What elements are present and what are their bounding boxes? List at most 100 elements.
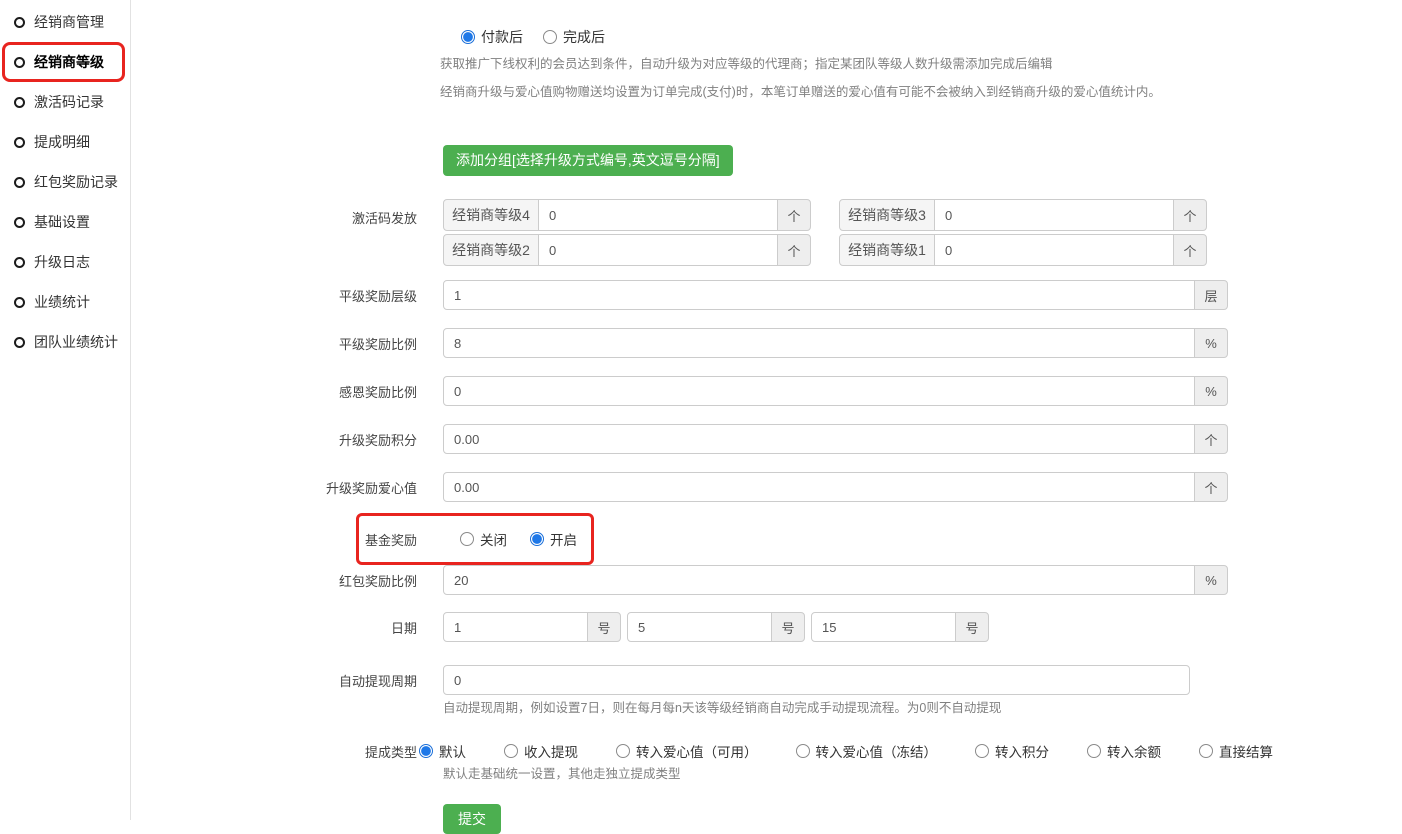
field-label: 日期 [131,618,417,637]
radio-icon [504,744,518,758]
sidebar-item-team-performance-stats[interactable]: 团队业绩统计 [0,322,130,362]
auto-withdraw-hint: 自动提现周期，例如设置7日，则在每月每n天该等级经销商自动完成手动提现流程。为0… [443,701,1402,715]
circle-icon [14,297,25,308]
unit-addon: 个 [1173,234,1207,266]
radio-label: 关闭 [480,529,507,549]
radio-commission-love-frozen[interactable]: 转入爱心值（冻结） [796,741,938,761]
unit-addon: 号 [955,612,989,642]
peer-reward-ratio-row: 平级奖励比例 % [131,328,1402,358]
main-form: 付款后 完成后 获取推广下线权利的会员达到条件，自动升级为对应等级的代理商；指定… [131,0,1402,820]
radio-commission-points[interactable]: 转入积分 [975,741,1049,761]
radio-label: 转入余额 [1107,741,1161,761]
sidebar-item-label: 经销商管理 [34,12,104,32]
circle-icon [14,217,25,228]
page: 经销商管理 经销商等级 激活码记录 提成明细 红包奖励记录 基础设置 升级日志 [0,0,1402,820]
radio-icon [460,532,474,546]
upgrade-reward-points-row: 升级奖励积分 个 [131,424,1402,454]
gratitude-reward-ratio-input[interactable] [443,376,1195,406]
circle-icon [14,137,25,148]
field-label: 感恩奖励比例 [131,382,417,401]
sidebar-item-commission-details[interactable]: 提成明细 [0,122,130,162]
sidebar-item-redpacket-records[interactable]: 红包奖励记录 [0,162,130,202]
field-label: 升级奖励积分 [131,430,417,449]
field-label: 自动提现周期 [131,671,417,690]
auto-withdraw-input[interactable] [443,665,1190,695]
activation-group-level2: 经销商等级2 个 [443,234,811,266]
activation-level2-input[interactable] [538,234,778,266]
circle-icon [14,97,25,108]
field-label: 基金奖励 [131,530,417,549]
radio-label: 完成后 [563,27,605,47]
radio-commission-default[interactable]: 默认 [419,741,466,761]
radio-label: 转入爱心值（冻结） [816,741,938,761]
activation-group-level4: 经销商等级4 个 [443,199,811,231]
activation-level3-input[interactable] [934,199,1174,231]
upgrade-reward-love-input[interactable] [443,472,1195,502]
group-label: 经销商等级2 [443,234,539,266]
activation-group-level3: 经销商等级3 个 [839,199,1207,231]
radio-after-payment[interactable]: 付款后 [461,27,523,47]
radio-label: 付款后 [481,27,523,47]
unit-addon: 个 [1173,199,1207,231]
radio-commission-love-available[interactable]: 转入爱心值（可用） [616,741,758,761]
sidebar-item-dealer-level[interactable]: 经销商等级 [0,42,130,82]
group-label: 经销商等级4 [443,199,539,231]
commission-type-hint: 默认走基础统一设置，其他走独立提成类型 [443,767,1402,781]
circle-icon [14,177,25,188]
radio-label: 默认 [439,741,466,761]
sidebar: 经销商管理 经销商等级 激活码记录 提成明细 红包奖励记录 基础设置 升级日志 [0,0,131,820]
radio-commission-withdraw[interactable]: 收入提现 [504,741,578,761]
unit-addon: 个 [777,199,811,231]
date-3-input[interactable] [811,612,956,642]
add-group-button[interactable]: 添加分组[选择升级方式编号,英文逗号分隔] [443,145,733,176]
radio-fund-on[interactable]: 开启 [530,529,577,549]
radio-icon [1087,744,1101,758]
circle-icon [14,57,25,68]
sidebar-item-activation-code-records[interactable]: 激活码记录 [0,82,130,122]
field-label: 红包奖励比例 [131,571,417,590]
upgrade-reward-points-input[interactable] [443,424,1195,454]
sidebar-item-performance-stats[interactable]: 业绩统计 [0,282,130,322]
sidebar-item-label: 激活码记录 [34,92,104,112]
activation-codes-row: 激活码发放 经销商等级4 个 经销商等级3 个 经销商等级2 [131,199,1402,266]
field-label: 激活码发放 [131,199,417,227]
date-1-input[interactable] [443,612,588,642]
radio-commission-direct[interactable]: 直接结算 [1199,741,1273,761]
sidebar-item-upgrade-log[interactable]: 升级日志 [0,242,130,282]
activation-level1-input[interactable] [934,234,1174,266]
peer-reward-level-input[interactable] [443,280,1195,310]
commission-type-row: 提成类型 默认 收入提现 转入爱心值（可用） 转入爱心值（冻结） [131,741,1402,761]
peer-reward-ratio-input[interactable] [443,328,1195,358]
circle-icon [14,257,25,268]
gratitude-reward-ratio-row: 感恩奖励比例 % [131,376,1402,406]
circle-icon [14,17,25,28]
field-label: 平级奖励层级 [131,286,417,305]
radio-icon [530,532,544,546]
sidebar-item-basic-settings[interactable]: 基础设置 [0,202,130,242]
circle-icon [14,337,25,348]
unit-addon: 个 [1194,472,1228,502]
sidebar-item-label: 经销商等级 [34,52,104,72]
radio-icon [543,30,557,44]
sidebar-item-dealer-management[interactable]: 经销商管理 [0,2,130,42]
field-label: 平级奖励比例 [131,334,417,353]
date-group-3: 号 [811,612,989,642]
radio-commission-balance[interactable]: 转入余额 [1087,741,1161,761]
redpacket-ratio-row: 红包奖励比例 % [131,565,1402,595]
sidebar-item-label: 红包奖励记录 [34,172,118,192]
radio-fund-off[interactable]: 关闭 [460,529,507,549]
date-group-1: 号 [443,612,621,642]
unit-addon: 层 [1194,280,1228,310]
dates-row: 日期 号 号 号 [131,612,1402,642]
redpacket-ratio-input[interactable] [443,565,1195,595]
activation-level4-input[interactable] [538,199,778,231]
radio-label: 转入积分 [995,741,1049,761]
upgrade-timing-group: 付款后 完成后 [461,27,1402,47]
radio-after-completion[interactable]: 完成后 [543,27,605,47]
submit-button[interactable]: 提交 [443,804,501,834]
radio-icon [796,744,810,758]
radio-label: 开启 [550,529,577,549]
date-2-input[interactable] [627,612,772,642]
radio-icon [461,30,475,44]
unit-addon: 个 [777,234,811,266]
